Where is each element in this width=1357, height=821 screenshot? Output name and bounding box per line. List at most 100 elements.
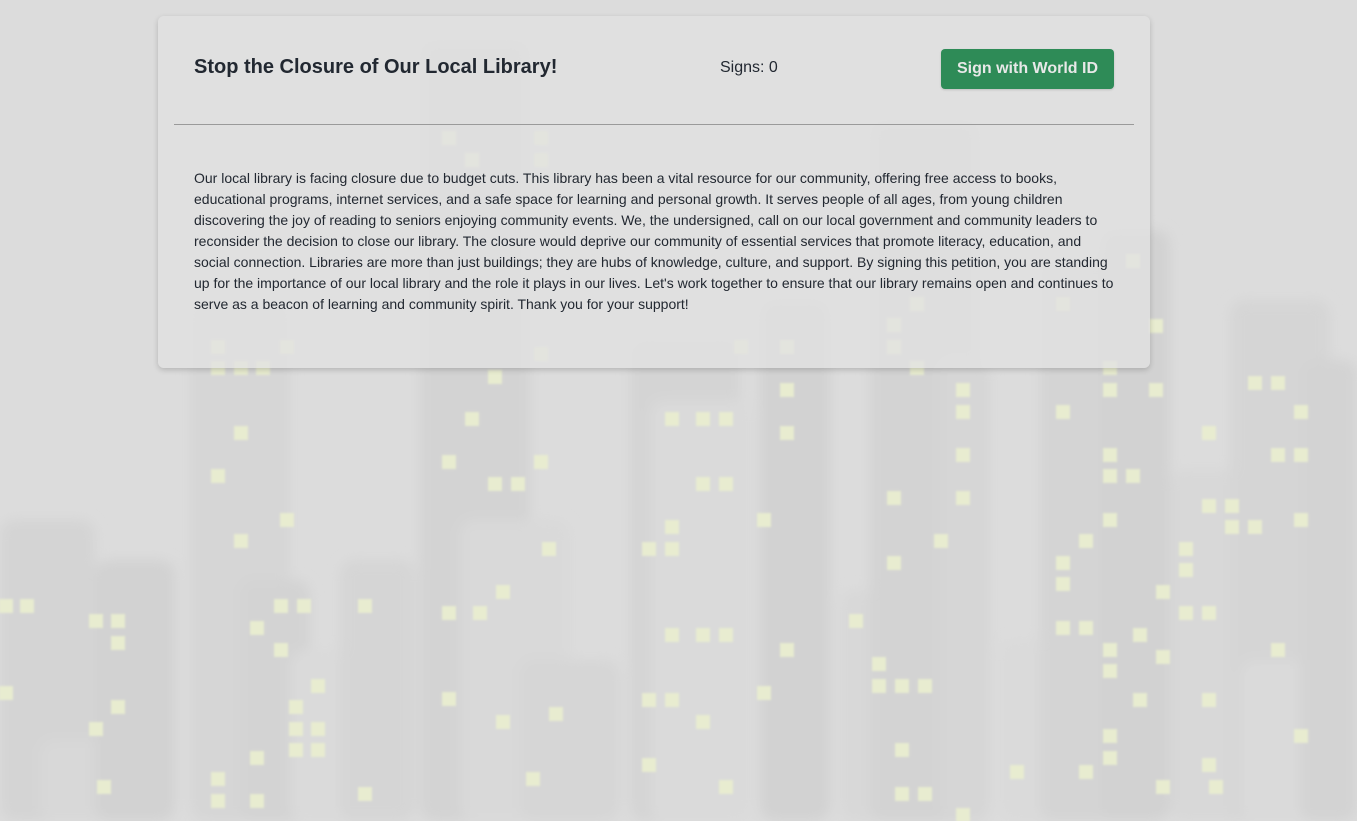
lit-window: [1149, 383, 1163, 397]
lit-window: [849, 614, 863, 628]
lit-window: [496, 585, 510, 599]
lit-window: [1103, 448, 1117, 462]
lit-window: [1294, 729, 1308, 743]
lit-window: [442, 455, 456, 469]
lit-window: [642, 758, 656, 772]
lit-window: [465, 412, 479, 426]
lit-window: [1202, 693, 1216, 707]
lit-window: [1103, 383, 1117, 397]
lit-window: [895, 787, 909, 801]
lit-window: [1202, 606, 1216, 620]
lit-window: [542, 542, 556, 556]
lit-window: [1225, 499, 1239, 513]
lit-window: [956, 405, 970, 419]
lit-window: [1209, 780, 1223, 794]
lit-window: [956, 448, 970, 462]
lit-window: [20, 599, 34, 613]
lit-window: [918, 679, 932, 693]
lit-window: [918, 787, 932, 801]
lit-window: [665, 628, 679, 642]
lit-window: [0, 686, 13, 700]
lit-window: [1079, 765, 1093, 779]
lit-window: [665, 520, 679, 534]
lit-window: [1179, 542, 1193, 556]
lit-window: [1103, 664, 1117, 678]
lit-window: [234, 426, 248, 440]
lit-window: [872, 679, 886, 693]
lit-window: [696, 477, 710, 491]
lit-window: [956, 808, 970, 821]
lit-window: [0, 599, 13, 613]
lit-window: [934, 534, 948, 548]
lit-window: [696, 628, 710, 642]
lit-window: [887, 491, 901, 505]
lit-window: [111, 636, 125, 650]
lit-window: [1103, 513, 1117, 527]
lit-window: [1056, 577, 1070, 591]
lit-window: [1056, 556, 1070, 570]
petition-description: Our local library is facing closure due …: [194, 170, 1114, 312]
lit-window: [719, 477, 733, 491]
lit-window: [274, 643, 288, 657]
lit-window: [1103, 729, 1117, 743]
lit-window: [1156, 650, 1170, 664]
lit-window: [757, 686, 771, 700]
building-silhouette: [340, 560, 415, 821]
building-silhouette: [760, 300, 830, 821]
lit-window: [696, 412, 710, 426]
lit-window: [719, 780, 733, 794]
lit-window: [780, 383, 794, 397]
lit-window: [1056, 405, 1070, 419]
lit-window: [665, 542, 679, 556]
lit-window: [111, 614, 125, 628]
lit-window: [1248, 376, 1262, 390]
lit-window: [1294, 405, 1308, 419]
lit-window: [1271, 643, 1285, 657]
lit-window: [780, 643, 794, 657]
lit-window: [289, 700, 303, 714]
lit-window: [1271, 448, 1285, 462]
lit-window: [757, 513, 771, 527]
lit-window: [534, 455, 548, 469]
divider: [174, 124, 1134, 125]
lit-window: [1133, 693, 1147, 707]
lit-window: [665, 693, 679, 707]
lit-window: [1103, 643, 1117, 657]
lit-window: [111, 700, 125, 714]
lit-window: [297, 599, 311, 613]
lit-window: [1271, 376, 1285, 390]
lit-window: [311, 743, 325, 757]
lit-window: [696, 715, 710, 729]
lit-window: [1010, 765, 1024, 779]
building-silhouette: [940, 360, 990, 821]
building-silhouette: [650, 400, 750, 821]
lit-window: [1202, 758, 1216, 772]
lit-window: [719, 412, 733, 426]
petition-header: Stop the Closure of Our Local Library! S…: [158, 16, 1150, 126]
sign-with-world-id-button[interactable]: Sign with World ID: [941, 49, 1114, 89]
lit-window: [234, 534, 248, 548]
lit-window: [642, 693, 656, 707]
lit-window: [719, 628, 733, 642]
lit-window: [1294, 448, 1308, 462]
lit-window: [1179, 563, 1193, 577]
building-silhouette: [1300, 360, 1357, 821]
lit-window: [1079, 621, 1093, 635]
lit-window: [511, 477, 525, 491]
lit-window: [289, 722, 303, 736]
lit-window: [358, 599, 372, 613]
lit-window: [549, 707, 563, 721]
lit-window: [1103, 469, 1117, 483]
lit-window: [956, 383, 970, 397]
lit-window: [311, 722, 325, 736]
lit-window: [496, 715, 510, 729]
lit-window: [488, 477, 502, 491]
petition-card: Stop the Closure of Our Local Library! S…: [158, 16, 1150, 368]
lit-window: [442, 606, 456, 620]
lit-window: [89, 614, 103, 628]
lit-window: [211, 469, 225, 483]
lit-window: [473, 606, 487, 620]
lit-window: [780, 426, 794, 440]
lit-window: [358, 787, 372, 801]
lit-window: [1156, 780, 1170, 794]
